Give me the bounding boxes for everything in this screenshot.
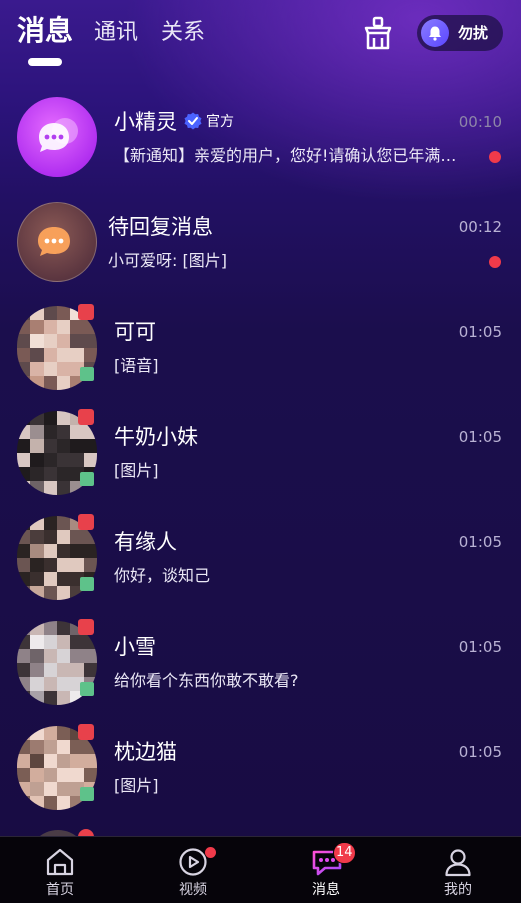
header: 消息 通讯 关系 勿扰 bbox=[0, 0, 521, 80]
unread-dot bbox=[489, 256, 501, 268]
list-item-zhenbianmao[interactable]: 枕边猫 01:05 [图片] bbox=[0, 718, 521, 823]
message-list[interactable]: 小精灵 官方 00:10 【新通知】亲爱的用户，您好!请确认您已年满… 待回复消… bbox=[0, 88, 521, 836]
message-preview: [图片] bbox=[114, 776, 159, 795]
message-time: 01:05 bbox=[458, 743, 502, 761]
message-preview: [语音] bbox=[114, 356, 159, 375]
contact-name: 牛奶小妹 bbox=[114, 425, 198, 449]
tab-active-indicator bbox=[28, 58, 62, 66]
avatar-badge bbox=[78, 619, 94, 635]
nav-label: 我的 bbox=[444, 882, 472, 898]
message-time: 00:10 bbox=[458, 113, 502, 131]
message-preview: [图片] bbox=[114, 461, 159, 480]
avatar bbox=[17, 97, 97, 177]
bottom-nav: 首页 视频 14 消息 我的 bbox=[0, 836, 521, 903]
avatar-badge bbox=[78, 514, 94, 530]
online-indicator bbox=[80, 577, 94, 591]
tab-contacts[interactable]: 通讯 bbox=[94, 18, 138, 48]
list-item-youyuanren[interactable]: 有缘人 01:05 你好，谈知己 bbox=[0, 508, 521, 613]
list-item-pending-replies[interactable]: 待回复消息 00:12 小可爱呀: [图片] bbox=[0, 193, 521, 298]
nav-label: 首页 bbox=[46, 882, 74, 898]
tab-relations[interactable]: 关系 bbox=[161, 18, 205, 48]
avatar-badge bbox=[78, 304, 94, 320]
message-preview: 【新通知】亲爱的用户，您好!请确认您已年满… bbox=[114, 146, 457, 165]
official-label: 官方 bbox=[206, 114, 234, 130]
unread-dot bbox=[489, 151, 501, 163]
tab-messages[interactable]: 消息 bbox=[17, 16, 73, 46]
message-time: 01:05 bbox=[458, 428, 502, 446]
nav-messages[interactable]: 14 消息 bbox=[261, 837, 391, 903]
list-item-niunai-xiaomei[interactable]: 牛奶小妹 01:05 [图片] bbox=[0, 403, 521, 508]
online-indicator bbox=[80, 787, 94, 801]
do-not-disturb-label: 勿扰 bbox=[458, 24, 489, 42]
message-preview: 给你看个东西你敢不敢看? bbox=[114, 671, 299, 690]
bell-icon bbox=[421, 19, 449, 47]
list-item-keke[interactable]: 可可 01:05 [语音] bbox=[0, 298, 521, 403]
message-preview: 你好，谈知己 bbox=[114, 566, 211, 585]
message-time: 01:05 bbox=[458, 323, 502, 341]
message-time: 01:05 bbox=[458, 638, 502, 656]
contact-name: 有缘人 bbox=[114, 530, 177, 554]
contact-name: 可可 bbox=[114, 320, 156, 344]
list-item-xiaoxue[interactable]: 小雪 01:05 给你看个东西你敢不敢看? bbox=[0, 613, 521, 718]
nav-label: 视频 bbox=[179, 882, 207, 898]
broom-icon bbox=[364, 16, 392, 50]
online-indicator bbox=[80, 367, 94, 381]
home-icon bbox=[46, 848, 74, 876]
avatar bbox=[17, 202, 97, 282]
nav-label: 消息 bbox=[312, 882, 340, 898]
online-indicator bbox=[80, 682, 94, 696]
message-time: 01:05 bbox=[458, 533, 502, 551]
notification-dot bbox=[205, 847, 216, 858]
clean-button[interactable] bbox=[360, 16, 396, 52]
contact-name: 小精灵 bbox=[114, 110, 177, 134]
nav-home[interactable]: 首页 bbox=[0, 837, 125, 903]
contact-name: 枕边猫 bbox=[114, 740, 177, 764]
contact-name: 小雪 bbox=[114, 635, 156, 659]
play-icon bbox=[179, 848, 207, 876]
message-preview: 小可爱呀: [图片] bbox=[108, 251, 227, 270]
do-not-disturb-toggle[interactable]: 勿扰 bbox=[417, 15, 503, 51]
online-indicator bbox=[80, 472, 94, 486]
profile-icon bbox=[445, 849, 471, 877]
nav-video[interactable]: 视频 bbox=[128, 837, 258, 903]
nav-profile[interactable]: 我的 bbox=[393, 837, 521, 903]
avatar-badge bbox=[78, 409, 94, 425]
list-item-xiaojingling[interactable]: 小精灵 官方 00:10 【新通知】亲爱的用户，您好!请确认您已年满… bbox=[0, 88, 521, 193]
contact-name: 待回复消息 bbox=[108, 215, 213, 239]
chat-bubble-icon bbox=[39, 118, 78, 152]
chat-bubble-icon bbox=[38, 227, 70, 256]
unread-count-badge: 14 bbox=[333, 842, 356, 864]
message-time: 00:12 bbox=[458, 218, 502, 236]
avatar-badge bbox=[78, 724, 94, 740]
avatar-badge bbox=[78, 829, 94, 836]
verified-icon bbox=[184, 112, 202, 130]
